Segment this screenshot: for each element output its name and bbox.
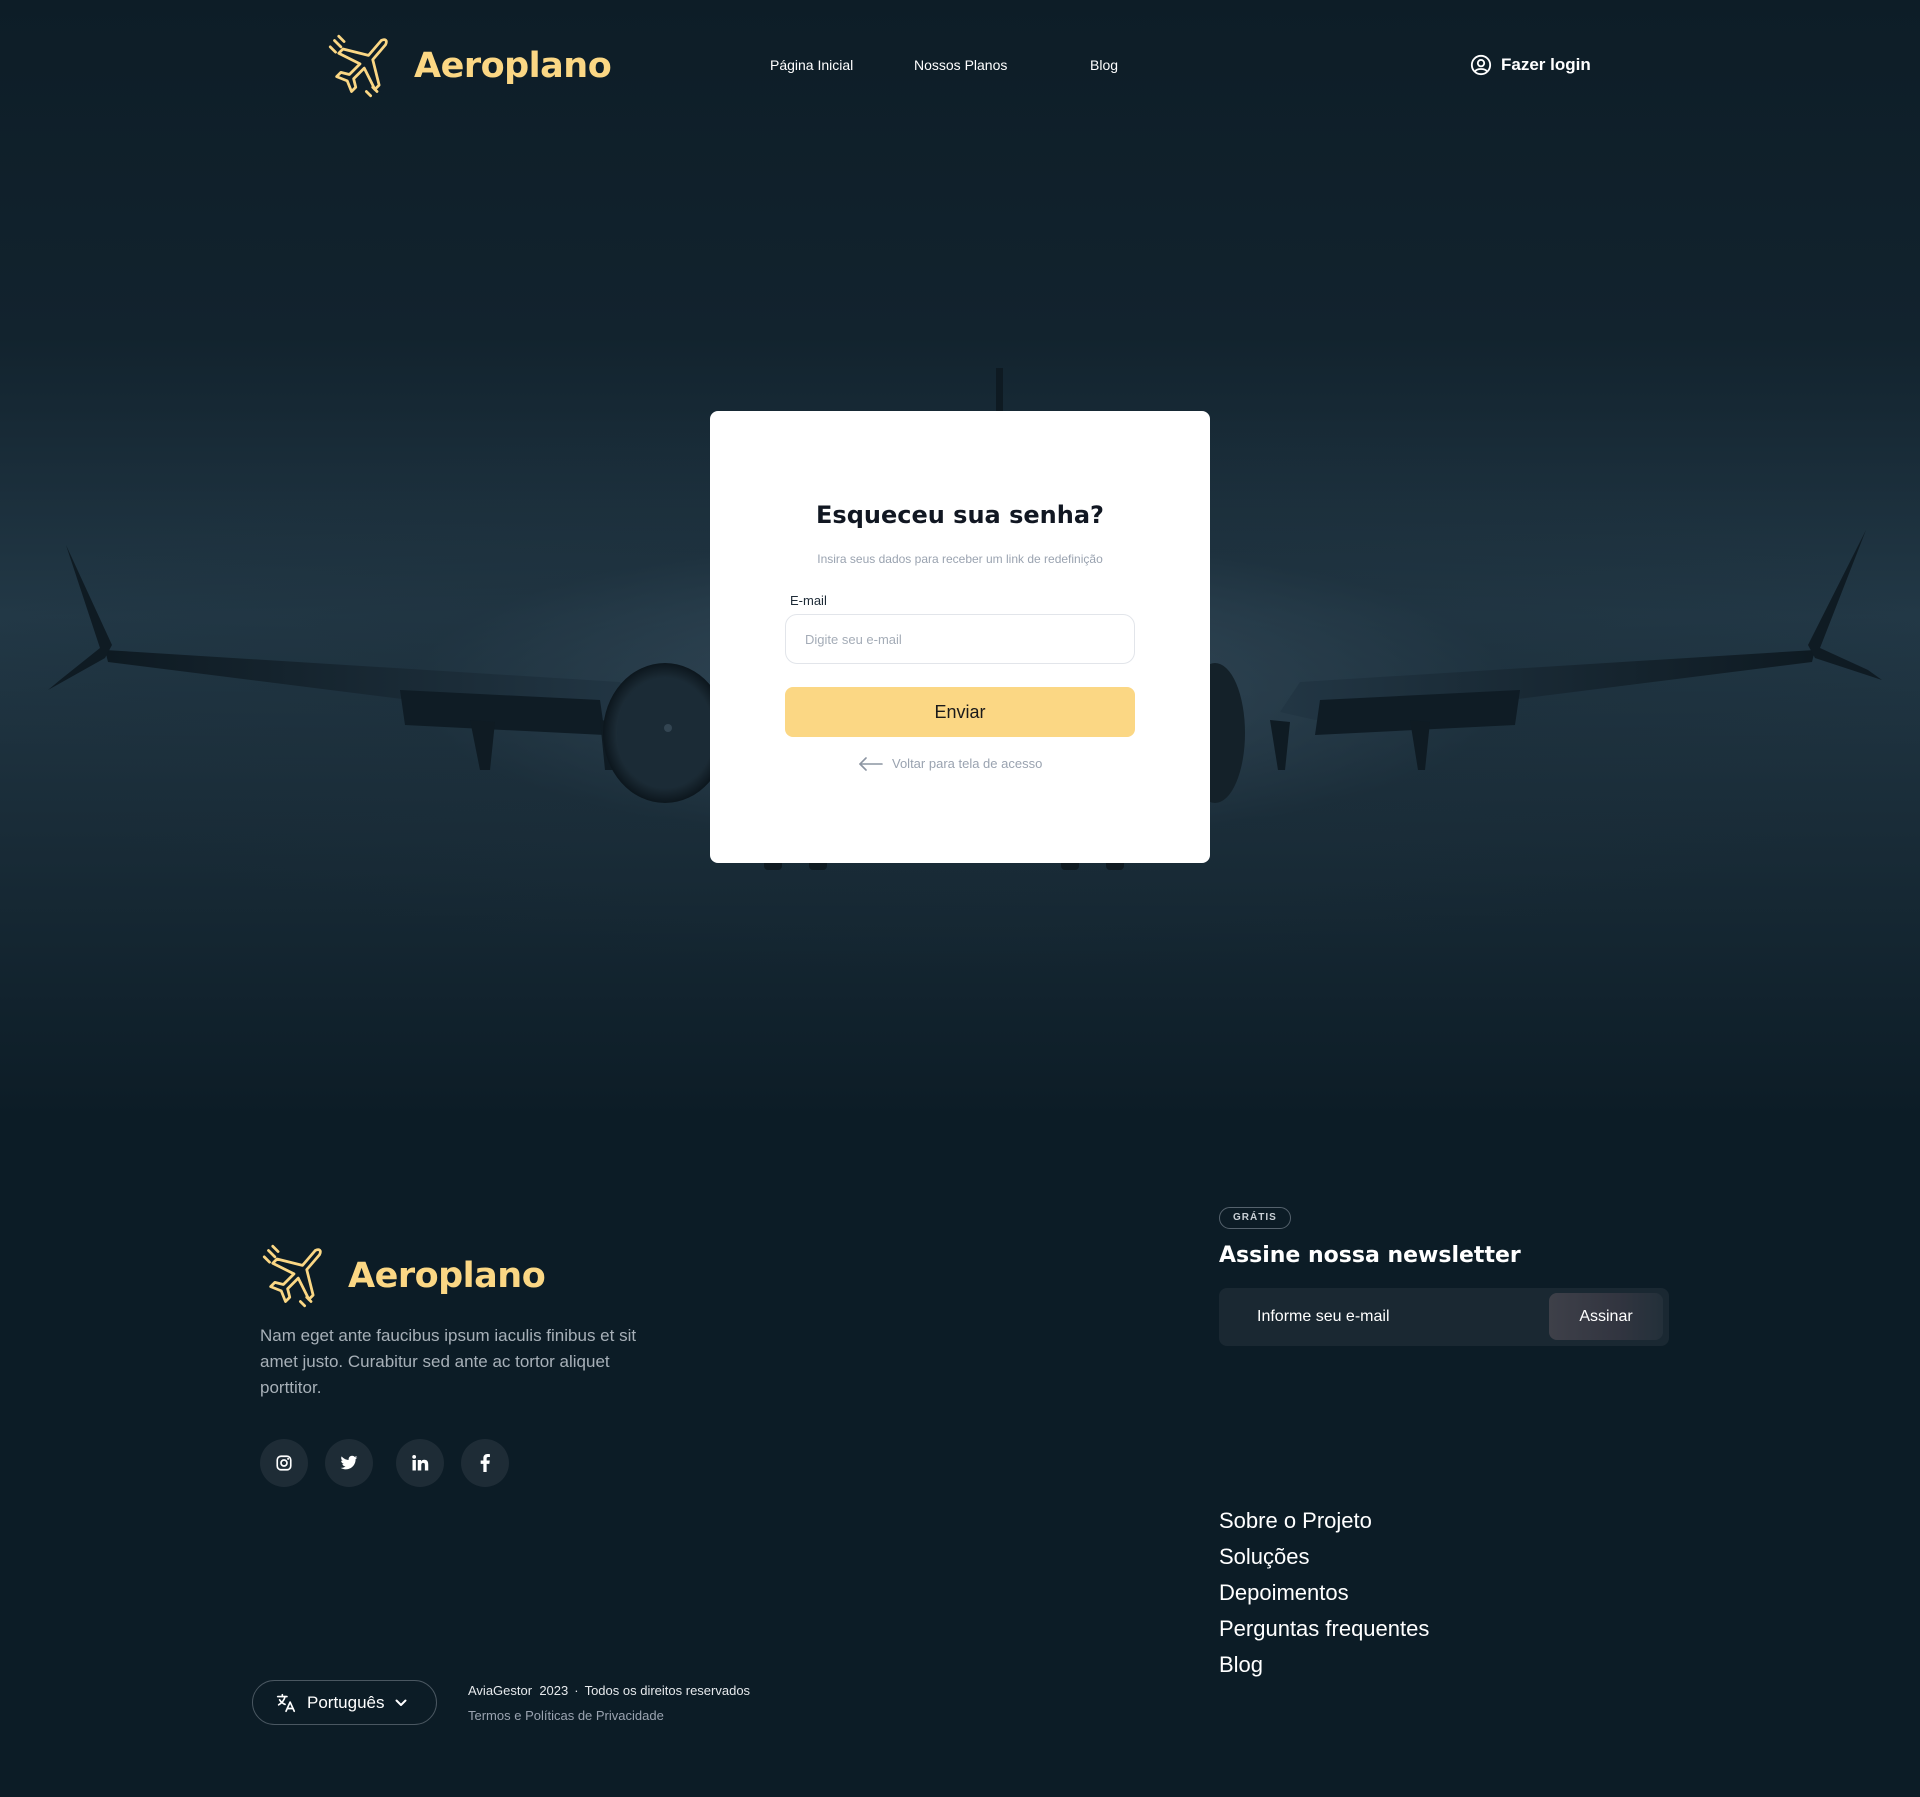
site-header: Aeroplano Página Inicial Nossos Planos B… <box>0 0 1920 134</box>
chevron-down-icon <box>395 1699 406 1706</box>
login-button[interactable]: Fazer login <box>1470 54 1591 76</box>
twitter-icon <box>340 1455 358 1470</box>
back-link-label: Voltar para tela de acesso <box>892 756 1043 771</box>
email-label: E-mail <box>790 593 827 608</box>
subscribe-button[interactable]: Assinar <box>1549 1293 1663 1340</box>
footer-link-about[interactable]: Sobre o Projeto <box>1219 1503 1429 1539</box>
header-logo[interactable]: Aeroplano <box>326 32 612 100</box>
linkedin-icon <box>412 1454 429 1471</box>
instagram-icon <box>276 1455 292 1471</box>
company-name: AviaGestor <box>468 1683 533 1698</box>
footer-link-blog[interactable]: Blog <box>1219 1647 1429 1683</box>
forgot-password-card: Esqueceu sua senha? Insira seus dados pa… <box>710 411 1210 863</box>
linkedin-link[interactable] <box>396 1439 444 1487</box>
nav-plans[interactable]: Nossos Planos <box>914 57 1007 73</box>
card-title: Esqueceu sua senha? <box>816 501 1104 529</box>
footer-description: Nam eget ante faucibus ipsum iaculis fin… <box>260 1326 637 1397</box>
nav-blog[interactable]: Blog <box>1090 57 1118 73</box>
language-selector[interactable]: Português <box>252 1680 437 1725</box>
newsletter-title: Assine nossa newsletter <box>1219 1243 1521 1268</box>
social-links <box>260 1439 526 1487</box>
terms-link[interactable]: Termos e Políticas de Privacidade <box>468 1708 664 1723</box>
user-circle-icon <box>1470 54 1492 76</box>
footer-brand-name: Aeroplano <box>348 1256 546 1296</box>
footer-link-faq[interactable]: Perguntas frequentes <box>1219 1611 1429 1647</box>
footer-link-solutions[interactable]: Soluções <box>1219 1539 1429 1575</box>
airplane-logo-icon <box>262 1244 322 1308</box>
language-label: Português <box>307 1692 385 1712</box>
login-label: Fazer login <box>1501 55 1591 74</box>
brand-name: Aeroplano <box>414 46 612 86</box>
newsletter-email-input[interactable] <box>1239 1298 1499 1336</box>
footer-links: Sobre o Projeto Soluções Depoimentos Per… <box>1219 1503 1429 1683</box>
translate-icon <box>276 1693 296 1712</box>
email-field[interactable] <box>785 614 1135 664</box>
arrow-left-icon <box>859 756 883 771</box>
twitter-link[interactable] <box>325 1439 373 1487</box>
footer-link-testimonials[interactable]: Depoimentos <box>1219 1575 1429 1611</box>
facebook-icon <box>480 1454 490 1472</box>
card-subtitle: Insira seus dados para receber um link d… <box>817 552 1103 566</box>
instagram-link[interactable] <box>260 1439 308 1487</box>
nav-home[interactable]: Página Inicial <box>770 57 853 73</box>
back-to-login-link[interactable]: Voltar para tela de acesso <box>858 756 1042 771</box>
copyright-year: 2023 <box>539 1683 569 1698</box>
rights-text: Todos os direitos reservados <box>584 1683 751 1698</box>
submit-button[interactable]: Enviar <box>785 687 1135 737</box>
airplane-logo-icon <box>328 34 388 98</box>
footer-logo[interactable]: Aeroplano <box>260 1242 546 1310</box>
copyright: AviaGestor 2023 · Todos os direitos reserv… <box>468 1683 751 1698</box>
free-badge: GRÁTIS <box>1219 1207 1291 1229</box>
newsletter-form: Assinar <box>1219 1288 1669 1346</box>
facebook-link[interactable] <box>461 1439 509 1487</box>
